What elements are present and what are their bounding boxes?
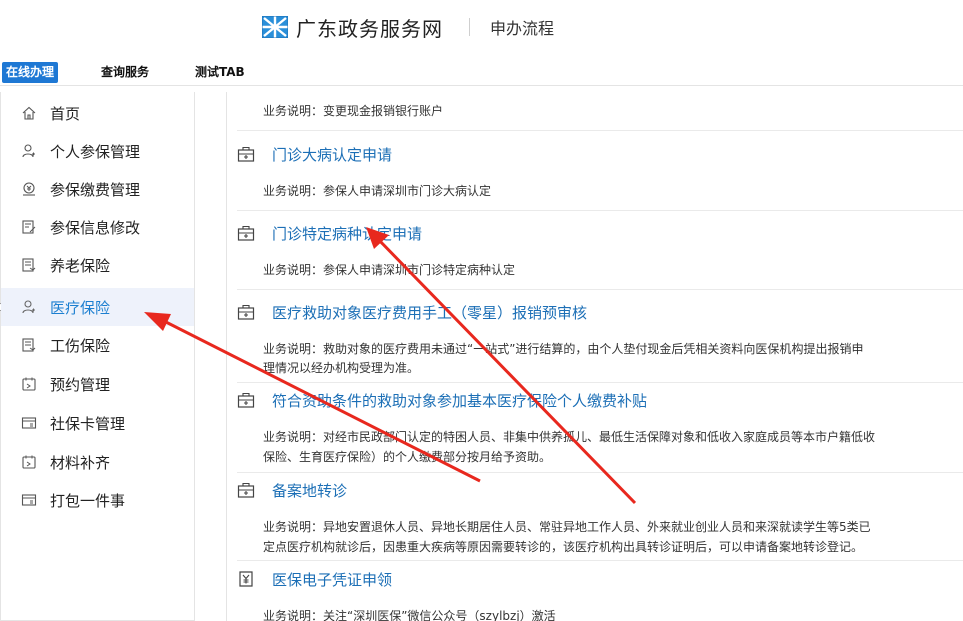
service-item: 医疗救助对象医疗费用手工（零星）报销预审核: [237, 300, 963, 324]
sidebar-item-label: 工伤保险: [50, 336, 111, 355]
sidebar-item-label: 社保卡管理: [50, 414, 126, 433]
service-description: 业务说明：关注“深圳医保”微信公众号（szylbzj）激活: [263, 609, 556, 621]
sidebar-item-social-card[interactable]: 社保卡管理: [1, 404, 194, 442]
sidebar-item-label: 个人参保管理: [50, 142, 141, 161]
service-title-link[interactable]: 符合资助条件的救助对象参加基本医疗保险个人缴费补贴: [272, 390, 647, 411]
service-description: 业务说明：参保人申请深圳市门诊大病认定: [263, 184, 492, 198]
service-item: 医保电子凭证申领: [237, 567, 963, 591]
sidebar-item-bundle[interactable]: 打包一件事: [1, 481, 194, 519]
divider: [237, 210, 963, 211]
sidebar-item-work-injury[interactable]: 工伤保险: [1, 326, 194, 364]
service-item: 备案地转诊: [237, 478, 963, 502]
sidebar-item-label: 打包一件事: [50, 491, 126, 510]
sidebar-item-label: 参保信息修改: [50, 218, 141, 237]
service-title-link[interactable]: 医疗救助对象医疗费用手工（零星）报销预审核: [272, 302, 587, 323]
service-item: 门诊特定病种认定申请: [237, 221, 963, 245]
divider: [237, 130, 963, 131]
sidebar-item-label: 养老保险: [50, 256, 111, 275]
page-title: 申办流程: [490, 19, 555, 38]
service-description: 业务说明：参保人申请深圳市门诊特定病种认定: [263, 263, 516, 277]
document-icon: [22, 258, 36, 272]
divider: [237, 382, 963, 383]
gov-logo-icon: [262, 16, 288, 38]
tab-online-service[interactable]: 在线办理: [2, 62, 59, 83]
medical-kit-icon: [237, 482, 255, 498]
service-description: 业务说明：变更现金报销银行账户: [263, 104, 444, 118]
sidebar-item-personal-insurance[interactable]: 个人参保管理: [1, 132, 194, 170]
service-description: 业务说明：对经市民政部门认定的特困人员、非集中供养孤儿、最低生活保障对象和低收入…: [263, 430, 876, 444]
person-icon: [22, 144, 35, 158]
service-list: 业务说明：变更现金报销银行账户 门诊大病认定申请 业务说明：参保人申请深圳市门诊…: [226, 92, 963, 621]
calendar-icon: [22, 455, 36, 469]
service-title-link[interactable]: 门诊特定病种认定申请: [272, 223, 422, 244]
sidebar-item-label: 材料补齐: [50, 453, 111, 472]
tab-query-service[interactable]: 查询服务: [101, 62, 149, 83]
sidebar-item-materials[interactable]: 材料补齐: [1, 443, 194, 481]
sidebar-item-label: 参保缴费管理: [50, 180, 141, 199]
person-icon: [22, 300, 35, 314]
sidebar-item-medical[interactable]: 医疗保险: [1, 288, 194, 326]
service-description: 定点医疗机构就诊后，因患重大疾病等原因需要转诊的，该医疗机构出具转诊证明后，可以…: [263, 540, 864, 554]
sidebar-item-label: 预约管理: [50, 375, 111, 394]
yuan-receipt-icon: [239, 571, 253, 587]
service-title-link[interactable]: 备案地转诊: [272, 480, 347, 501]
header-brand: 广东政务服务网 申办流程: [262, 13, 554, 41]
header-divider: [469, 18, 470, 36]
service-title-link[interactable]: 门诊大病认定申请: [272, 144, 392, 165]
site-header: 广东政务服务网 申办流程: [0, 0, 963, 52]
sidebar-item-label: 医疗保险: [50, 298, 111, 317]
tab-bar: 在线办理 查询服务 测试TAB: [0, 60, 963, 86]
home-icon: [22, 106, 36, 120]
calendar-icon: [22, 377, 36, 391]
divider: [237, 472, 963, 473]
divider: [237, 560, 963, 561]
service-description: 保险、生育医疗保险）的个人缴费部分按月给予资助。: [263, 450, 552, 464]
edit-icon: [22, 220, 36, 234]
sidebar-item-payment[interactable]: 参保缴费管理: [1, 170, 194, 208]
site-title[interactable]: 广东政务服务网: [296, 13, 443, 42]
sidebar-item-edit-info[interactable]: 参保信息修改: [1, 208, 194, 246]
medical-kit-icon: [237, 225, 255, 241]
card-icon: [21, 417, 37, 429]
document-icon: [22, 338, 36, 352]
card-icon: [21, 494, 37, 506]
sidebar-item-pension[interactable]: 养老保险: [1, 246, 194, 284]
tab-test[interactable]: 测试TAB: [195, 62, 245, 83]
sidebar-item-appointment[interactable]: 预约管理: [1, 365, 194, 403]
service-description: 理情况以经办机构受理为准。: [263, 361, 420, 375]
service-item: 门诊大病认定申请: [237, 142, 963, 166]
service-title-link[interactable]: 医保电子凭证申领: [272, 569, 392, 590]
service-item: 符合资助条件的救助对象参加基本医疗保险个人缴费补贴: [237, 388, 963, 412]
medical-kit-icon: [237, 304, 255, 320]
sidebar-item-home[interactable]: 首页: [1, 94, 194, 132]
sidebar-item-label: 首页: [50, 104, 81, 123]
service-description: 业务说明：异地安置退休人员、异地长期居住人员、常驻异地工作人员、外来就业创业人员…: [263, 520, 871, 534]
divider: [237, 289, 963, 290]
payment-icon: [23, 182, 35, 196]
service-description: 业务说明：救助对象的医疗费用未通过“一站式”进行结算的，由个人垫付现金后凭相关资…: [263, 342, 864, 356]
medical-kit-icon: [237, 392, 255, 408]
sidebar: 首页 个人参保管理 参保缴费管理 参保信息修改 养老保险 医疗保险 工伤保险 预…: [0, 92, 195, 621]
medical-kit-icon: [237, 146, 255, 162]
